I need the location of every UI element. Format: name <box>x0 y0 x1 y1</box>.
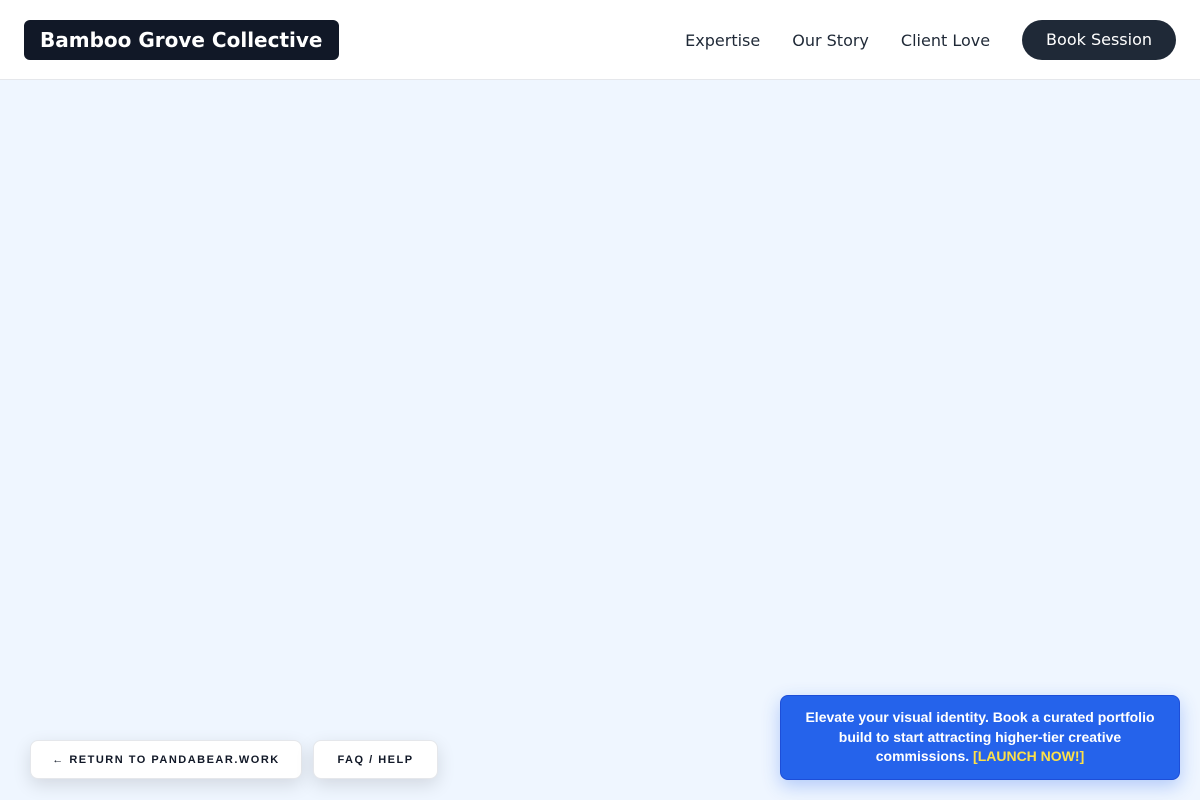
site-header: Bamboo Grove Collective Expertise Our St… <box>0 0 1200 80</box>
promo-banner[interactable]: Elevate your visual identity. Book a cur… <box>780 695 1180 780</box>
promo-cta-link[interactable]: [LAUNCH NOW!] <box>973 748 1084 764</box>
book-session-button[interactable]: Book Session <box>1022 20 1176 60</box>
nav-link-expertise[interactable]: Expertise <box>685 31 760 50</box>
nav-link-client-love[interactable]: Client Love <box>901 31 990 50</box>
return-button[interactable]: ← RETURN TO PANDABEAR.WORK <box>30 740 302 779</box>
nav-link-our-story[interactable]: Our Story <box>792 31 869 50</box>
faq-help-button[interactable]: FAQ / HELP <box>313 740 438 779</box>
brand-logo[interactable]: Bamboo Grove Collective <box>24 20 339 60</box>
main-nav: Expertise Our Story Client Love Book Ses… <box>685 20 1176 60</box>
